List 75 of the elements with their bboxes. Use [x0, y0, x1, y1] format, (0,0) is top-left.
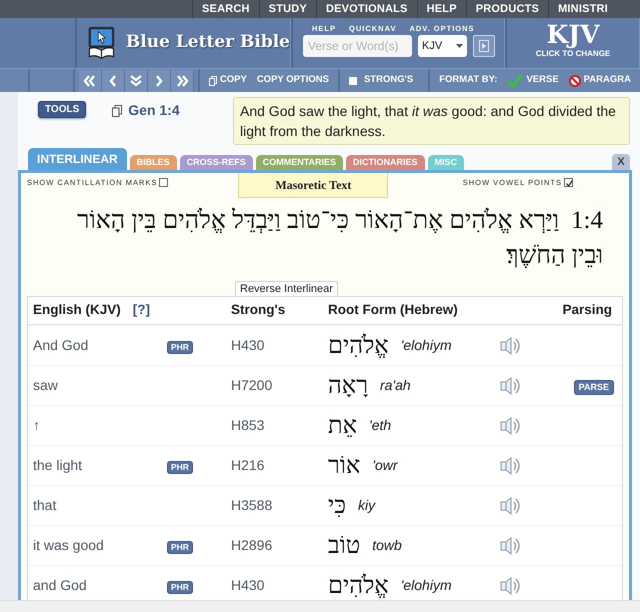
tools-button[interactable]: TOOLS — [38, 101, 86, 118]
hebrew-word: אֵת — [328, 412, 358, 440]
format-option[interactable]: VERSE — [502, 70, 564, 92]
table-cell-text: H430 — [231, 336, 266, 355]
copy-icon[interactable] — [112, 104, 122, 116]
transliteration: 'elohiym — [400, 576, 452, 595]
previous-button[interactable] — [102, 70, 125, 92]
caret-icon — [456, 44, 463, 48]
phrase-button[interactable]: PHR — [167, 461, 193, 474]
hebrew-word: טוֹב — [328, 532, 360, 560]
copy-options-button[interactable]: COPY OPTIONS — [252, 70, 334, 92]
column-header: English (KJV) — [33, 301, 121, 320]
close-button[interactable]: X — [612, 154, 630, 170]
check-icon — [507, 74, 524, 88]
column-header: Root Form (Hebrew) — [328, 301, 459, 320]
help-link[interactable]: [?] — [132, 300, 150, 321]
verse-reference[interactable]: Gen 1:4 — [128, 100, 180, 121]
tab[interactable]: CROSS-REFS — [180, 155, 253, 170]
parse-button[interactable]: PARSE — [574, 380, 614, 395]
transliteration: kiy — [358, 496, 376, 515]
logo-text[interactable]: Blue Letter Bible — [126, 30, 290, 56]
verse-text: And God saw the light, that it was good: and God divided the light from the darkness. — [233, 97, 630, 145]
hebrew-word: אוֹר — [328, 452, 360, 480]
tab[interactable]: INTERLINEAR — [28, 148, 127, 170]
checkbox[interactable] — [348, 76, 357, 84]
prohibited-icon — [568, 74, 581, 86]
format-option[interactable]: PARAGRA — [564, 70, 636, 92]
table-cell-text: the light — [33, 456, 84, 475]
table-cell-text: saw — [33, 376, 59, 395]
hebrew-word: אֱלֹהִים — [328, 332, 389, 360]
hebrew-word: רָאָה — [328, 372, 368, 400]
double-chevron-down-icon — [128, 72, 144, 88]
table-cell-text: H430 — [231, 576, 266, 595]
transliteration: 'elohiym — [400, 336, 452, 355]
transliteration: towb — [372, 536, 402, 555]
table-cell-text: H853 — [231, 416, 266, 435]
horizontal-scrollbar[interactable] — [0, 600, 640, 612]
last-button[interactable] — [170, 70, 194, 92]
expand-button[interactable] — [124, 70, 148, 92]
phrase-button[interactable]: PHR — [167, 341, 193, 354]
hebrew-word: כִּי — [328, 492, 346, 520]
copy-icon — [208, 76, 217, 86]
table-cell-text: H7200 — [231, 376, 274, 395]
table-cell-text: H2896 — [231, 536, 274, 555]
phrase-button[interactable]: PHR — [167, 541, 193, 554]
text-tab[interactable]: Masoretic Text — [238, 173, 388, 198]
copy-button[interactable]: COPY — [204, 70, 252, 92]
go-button[interactable] — [473, 35, 495, 57]
tab[interactable]: COMMENTARIES — [256, 155, 344, 170]
table-cell-text: ↑ — [33, 416, 41, 435]
phrase-button[interactable]: PHR — [167, 581, 193, 594]
transliteration: ra'ah — [380, 376, 411, 395]
checkbox[interactable] — [159, 178, 168, 188]
play-icon — [479, 40, 489, 52]
table-cell-text: And God — [33, 336, 90, 355]
reverse-interlinear-tab[interactable]: Reverse Interlinear — [235, 281, 338, 296]
double-chevron-left-icon — [82, 72, 98, 88]
format-label: FORMAT BY: — [438, 73, 498, 88]
table-cell-text: H3588 — [231, 496, 274, 515]
transliteration: 'owr — [372, 456, 398, 475]
hebrew-word: אֱלֹהִים — [328, 572, 389, 600]
version-select[interactable]: KJV — [418, 35, 467, 57]
column-header: Strong's — [231, 301, 286, 320]
checkbox[interactable] — [564, 178, 573, 188]
next-button[interactable] — [148, 70, 171, 92]
first-button[interactable] — [78, 70, 102, 92]
table-cell-text: it was good — [33, 536, 105, 555]
strongs-toggle[interactable]: STRONG'S — [344, 70, 418, 92]
table-cell-text: and God — [33, 576, 88, 595]
table-cell-text: H216 — [231, 456, 266, 475]
search-field[interactable]: Verse or Word(s) — [303, 35, 412, 57]
column-header: Parsing — [562, 301, 612, 320]
transliteration: 'eth — [369, 416, 392, 435]
tab[interactable]: DICTIONARIES — [346, 155, 425, 170]
table-cell-text: that — [33, 496, 58, 515]
